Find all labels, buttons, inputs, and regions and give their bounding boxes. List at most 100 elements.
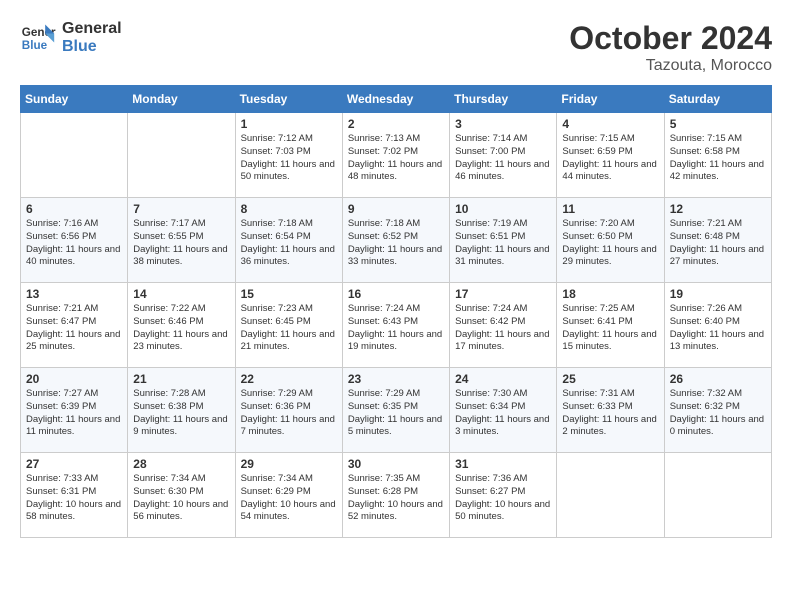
calendar-cell: 17 Sunrise: 7:24 AM Sunset: 6:42 PM Dayli… xyxy=(450,283,557,368)
day-number: 4 xyxy=(562,117,658,131)
day-info: Sunrise: 7:21 AM Sunset: 6:47 PM Dayligh… xyxy=(26,303,122,354)
day-number: 24 xyxy=(455,372,551,386)
day-number: 12 xyxy=(670,202,766,216)
calendar-cell: 29 Sunrise: 7:34 AM Sunset: 6:29 PM Dayli… xyxy=(235,453,342,538)
calendar-cell: 6Sunrise: 7:16 AM Sunset: 6:56 PM Daylig… xyxy=(21,198,128,283)
day-info: Sunrise: 7:29 AM Sunset: 6:35 PM Dayligh… xyxy=(348,388,444,439)
day-info: Sunrise: 7:13 AM Sunset: 7:02 PM Dayligh… xyxy=(348,133,444,184)
day-info: Sunrise: 7:36 AM Sunset: 6:27 PM Dayligh… xyxy=(455,473,551,524)
calendar-week-row: 1Sunrise: 7:12 AM Sunset: 7:03 PM Daylig… xyxy=(21,113,772,198)
day-number: 17 xyxy=(455,287,551,301)
day-info: Sunrise: 7:18 AM Sunset: 6:54 PM Dayligh… xyxy=(241,218,337,269)
logo: General Blue General Blue xyxy=(20,20,122,56)
calendar-cell: 30 Sunrise: 7:35 AM Sunset: 6:28 PM Dayli… xyxy=(342,453,449,538)
calendar-cell: 28Sunrise: 7:34 AM Sunset: 6:30 PM Dayli… xyxy=(128,453,235,538)
day-info: Sunrise: 7:22 AM Sunset: 6:46 PM Dayligh… xyxy=(133,303,229,354)
title-area: October 2024 Tazouta, Morocco xyxy=(569,20,772,75)
day-info: Sunrise: 7:14 AM Sunset: 7:00 PM Dayligh… xyxy=(455,133,551,184)
day-number: 25 xyxy=(562,372,658,386)
day-info: Sunrise: 7:15 AM Sunset: 6:58 PM Dayligh… xyxy=(670,133,766,184)
calendar-week-row: 27 Sunrise: 7:33 AM Sunset: 6:31 PM Dayli… xyxy=(21,453,772,538)
day-number: 16 xyxy=(348,287,444,301)
day-info: Sunrise: 7:21 AM Sunset: 6:48 PM Dayligh… xyxy=(670,218,766,269)
day-info: Sunrise: 7:20 AM Sunset: 6:50 PM Dayligh… xyxy=(562,218,658,269)
calendar-cell: 23 Sunrise: 7:29 AM Sunset: 6:35 PM Dayli… xyxy=(342,368,449,453)
day-number: 28 xyxy=(133,457,229,471)
calendar-cell: 9 Sunrise: 7:18 AM Sunset: 6:52 PM Daylig… xyxy=(342,198,449,283)
day-number: 26 xyxy=(670,372,766,386)
calendar-cell: 2 Sunrise: 7:13 AM Sunset: 7:02 PM Daylig… xyxy=(342,113,449,198)
calendar-cell: 25 Sunrise: 7:31 AM Sunset: 6:33 PM Dayli… xyxy=(557,368,664,453)
day-info: Sunrise: 7:31 AM Sunset: 6:33 PM Dayligh… xyxy=(562,388,658,439)
calendar-cell: 1Sunrise: 7:12 AM Sunset: 7:03 PM Daylig… xyxy=(235,113,342,198)
logo-blue: Blue xyxy=(62,38,122,56)
calendar-cell xyxy=(557,453,664,538)
day-number: 21 xyxy=(133,372,229,386)
day-of-week-header: Sunday xyxy=(21,86,128,113)
calendar-week-row: 13 Sunrise: 7:21 AM Sunset: 6:47 PM Dayli… xyxy=(21,283,772,368)
calendar-cell: 27 Sunrise: 7:33 AM Sunset: 6:31 PM Dayli… xyxy=(21,453,128,538)
day-number: 18 xyxy=(562,287,658,301)
calendar-cell: 21 Sunrise: 7:28 AM Sunset: 6:38 PM Dayli… xyxy=(128,368,235,453)
day-number: 30 xyxy=(348,457,444,471)
calendar-week-row: 20Sunrise: 7:27 AM Sunset: 6:39 PM Dayli… xyxy=(21,368,772,453)
day-info: Sunrise: 7:28 AM Sunset: 6:38 PM Dayligh… xyxy=(133,388,229,439)
day-number: 10 xyxy=(455,202,551,216)
day-number: 5 xyxy=(670,117,766,131)
day-number: 8 xyxy=(241,202,337,216)
day-info: Sunrise: 7:26 AM Sunset: 6:40 PM Dayligh… xyxy=(670,303,766,354)
location: Tazouta, Morocco xyxy=(569,57,772,75)
day-of-week-header: Tuesday xyxy=(235,86,342,113)
day-info: Sunrise: 7:30 AM Sunset: 6:34 PM Dayligh… xyxy=(455,388,551,439)
day-number: 11 xyxy=(562,202,658,216)
calendar-cell: 5 Sunrise: 7:15 AM Sunset: 6:58 PM Daylig… xyxy=(664,113,771,198)
day-number: 14 xyxy=(133,287,229,301)
day-info: Sunrise: 7:33 AM Sunset: 6:31 PM Dayligh… xyxy=(26,473,122,524)
calendar-table: SundayMondayTuesdayWednesdayThursdayFrid… xyxy=(20,85,772,538)
day-info: Sunrise: 7:24 AM Sunset: 6:42 PM Dayligh… xyxy=(455,303,551,354)
day-of-week-header: Friday xyxy=(557,86,664,113)
calendar-cell xyxy=(21,113,128,198)
calendar-week-row: 6Sunrise: 7:16 AM Sunset: 6:56 PM Daylig… xyxy=(21,198,772,283)
day-number: 22 xyxy=(241,372,337,386)
day-number: 15 xyxy=(241,287,337,301)
day-info: Sunrise: 7:18 AM Sunset: 6:52 PM Dayligh… xyxy=(348,218,444,269)
day-number: 29 xyxy=(241,457,337,471)
logo-icon: General Blue xyxy=(20,20,56,56)
day-number: 2 xyxy=(348,117,444,131)
page-header: General Blue General Blue October 2024 T… xyxy=(20,20,772,75)
day-number: 9 xyxy=(348,202,444,216)
day-number: 31 xyxy=(455,457,551,471)
day-number: 23 xyxy=(348,372,444,386)
day-of-week-header: Saturday xyxy=(664,86,771,113)
calendar-cell xyxy=(128,113,235,198)
day-info: Sunrise: 7:24 AM Sunset: 6:43 PM Dayligh… xyxy=(348,303,444,354)
day-number: 6 xyxy=(26,202,122,216)
calendar-cell: 7Sunrise: 7:17 AM Sunset: 6:55 PM Daylig… xyxy=(128,198,235,283)
calendar-cell: 22Sunrise: 7:29 AM Sunset: 6:36 PM Dayli… xyxy=(235,368,342,453)
day-number: 3 xyxy=(455,117,551,131)
calendar-cell: 14 Sunrise: 7:22 AM Sunset: 6:46 PM Dayli… xyxy=(128,283,235,368)
logo-general: General xyxy=(62,20,122,38)
day-of-week-header: Monday xyxy=(128,86,235,113)
day-info: Sunrise: 7:12 AM Sunset: 7:03 PM Dayligh… xyxy=(241,133,337,184)
calendar-cell: 8 Sunrise: 7:18 AM Sunset: 6:54 PM Daylig… xyxy=(235,198,342,283)
svg-text:Blue: Blue xyxy=(22,39,48,52)
day-number: 27 xyxy=(26,457,122,471)
day-info: Sunrise: 7:27 AM Sunset: 6:39 PM Dayligh… xyxy=(26,388,122,439)
calendar-cell: 4Sunrise: 7:15 AM Sunset: 6:59 PM Daylig… xyxy=(557,113,664,198)
calendar-cell: 15 Sunrise: 7:23 AM Sunset: 6:45 PM Dayli… xyxy=(235,283,342,368)
calendar-cell xyxy=(664,453,771,538)
calendar-body: 1Sunrise: 7:12 AM Sunset: 7:03 PM Daylig… xyxy=(21,113,772,538)
calendar-cell: 31 Sunrise: 7:36 AM Sunset: 6:27 PM Dayli… xyxy=(450,453,557,538)
day-number: 13 xyxy=(26,287,122,301)
month-title: October 2024 xyxy=(569,20,772,57)
day-info: Sunrise: 7:34 AM Sunset: 6:29 PM Dayligh… xyxy=(241,473,337,524)
calendar-cell: 12 Sunrise: 7:21 AM Sunset: 6:48 PM Dayli… xyxy=(664,198,771,283)
day-info: Sunrise: 7:19 AM Sunset: 6:51 PM Dayligh… xyxy=(455,218,551,269)
day-info: Sunrise: 7:35 AM Sunset: 6:28 PM Dayligh… xyxy=(348,473,444,524)
calendar-cell: 3 Sunrise: 7:14 AM Sunset: 7:00 PM Daylig… xyxy=(450,113,557,198)
day-info: Sunrise: 7:23 AM Sunset: 6:45 PM Dayligh… xyxy=(241,303,337,354)
day-number: 19 xyxy=(670,287,766,301)
calendar-cell: 19 Sunrise: 7:26 AM Sunset: 6:40 PM Dayli… xyxy=(664,283,771,368)
